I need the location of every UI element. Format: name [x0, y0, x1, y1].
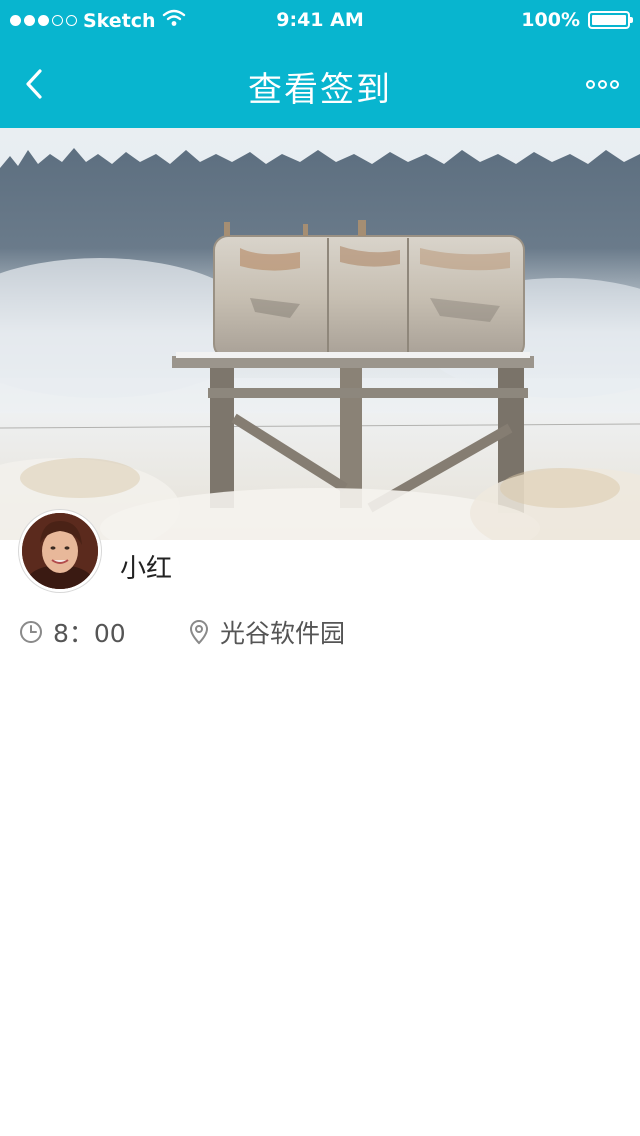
nav-bar: 查看签到 [0, 40, 640, 128]
battery-label: 100% [521, 9, 580, 31]
app-header: Sketch 9:41 AM 100% 查看签到 [0, 0, 640, 128]
checkin-photo[interactable] [0, 128, 640, 540]
checkin-time: 8：00 [19, 614, 126, 650]
clock-icon [19, 620, 43, 644]
more-button[interactable] [582, 70, 622, 98]
page-title: 查看签到 [248, 70, 392, 110]
more-dots-icon [585, 79, 595, 89]
avatar[interactable] [19, 510, 101, 592]
location-pin-icon [188, 619, 210, 645]
status-bar: Sketch 9:41 AM 100% [0, 0, 640, 40]
avatar-image [22, 513, 98, 589]
status-right: 100% [521, 9, 633, 31]
user-name: 小红 [120, 554, 173, 584]
battery-fill [592, 15, 626, 25]
checkin-location-value: 光谷软件园 [220, 619, 346, 648]
checkin-time-value: 8：00 [53, 619, 126, 648]
photo-image [0, 128, 640, 540]
battery-icon [588, 11, 633, 29]
checkin-location[interactable]: 光谷软件园 [188, 614, 345, 650]
